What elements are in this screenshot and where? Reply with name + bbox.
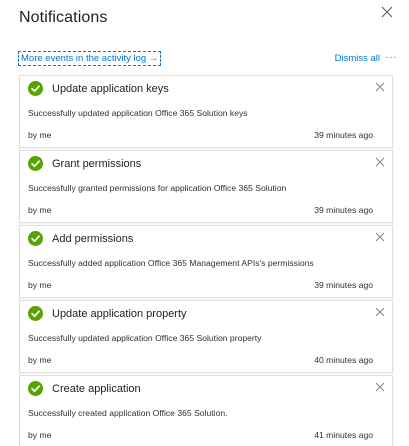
more-options-button[interactable]: ···	[386, 52, 398, 63]
notifications-panel: Notifications More events in the activit…	[0, 0, 409, 446]
notification-author: by me	[28, 355, 52, 365]
notification-title: Update application keys	[52, 83, 169, 95]
dismiss-icon	[375, 157, 385, 167]
dismiss-notification-button[interactable]	[375, 232, 385, 242]
notification-author: by me	[28, 205, 52, 215]
checkmark-circle-icon	[28, 231, 43, 246]
dismiss-icon	[375, 232, 385, 242]
dismiss-notification-button[interactable]	[375, 82, 385, 92]
dismiss-icon	[375, 307, 385, 317]
notification-time: 40 minutes ago	[314, 355, 373, 365]
notification-description: Successfully added application Office 36…	[28, 258, 314, 268]
notification-title: Add permissions	[52, 233, 134, 245]
panel-title: Notifications	[19, 9, 108, 26]
dismiss-icon	[375, 82, 385, 92]
close-panel-button[interactable]	[379, 4, 395, 20]
checkmark-circle-icon	[28, 306, 43, 321]
notification-author: by me	[28, 130, 52, 140]
dismiss-notification-button[interactable]	[375, 157, 385, 167]
checkmark-circle-icon	[28, 381, 43, 396]
dismiss-notification-button[interactable]	[375, 307, 385, 317]
notification-time: 39 minutes ago	[314, 280, 373, 290]
notification-description: Successfully updated application Office …	[28, 108, 248, 118]
notification-item[interactable]: Add permissions Successfully added appli…	[19, 225, 393, 298]
checkmark-circle-icon	[28, 81, 43, 96]
notification-description: Successfully granted permissions for app…	[28, 183, 287, 193]
notification-item[interactable]: Update application property Successfully…	[19, 300, 393, 373]
close-icon	[381, 6, 393, 18]
notification-time: 41 minutes ago	[314, 430, 373, 440]
checkmark-circle-icon	[28, 156, 43, 171]
dismiss-notification-button[interactable]	[375, 382, 385, 392]
dismiss-icon	[375, 382, 385, 392]
notification-title: Update application property	[52, 308, 187, 320]
notification-time: 39 minutes ago	[314, 205, 373, 215]
dismiss-all-button[interactable]: Dismiss all	[335, 53, 380, 64]
notification-title: Grant permissions	[52, 158, 142, 170]
notification-title: Create application	[52, 383, 141, 395]
notification-item[interactable]: Create application Successfully created …	[19, 375, 393, 446]
notification-author: by me	[28, 280, 52, 290]
activity-log-link[interactable]: More events in the activity log →	[18, 51, 162, 66]
notification-author: by me	[28, 430, 52, 440]
notification-time: 39 minutes ago	[314, 130, 373, 140]
notification-list: Update application keys Successfully upd…	[19, 75, 393, 446]
notification-item[interactable]: Update application keys Successfully upd…	[19, 75, 393, 148]
notification-description: Successfully updated application Office …	[28, 333, 262, 343]
notification-item[interactable]: Grant permissions Successfully granted p…	[19, 150, 393, 223]
notification-description: Successfully created application Office …	[28, 408, 228, 418]
